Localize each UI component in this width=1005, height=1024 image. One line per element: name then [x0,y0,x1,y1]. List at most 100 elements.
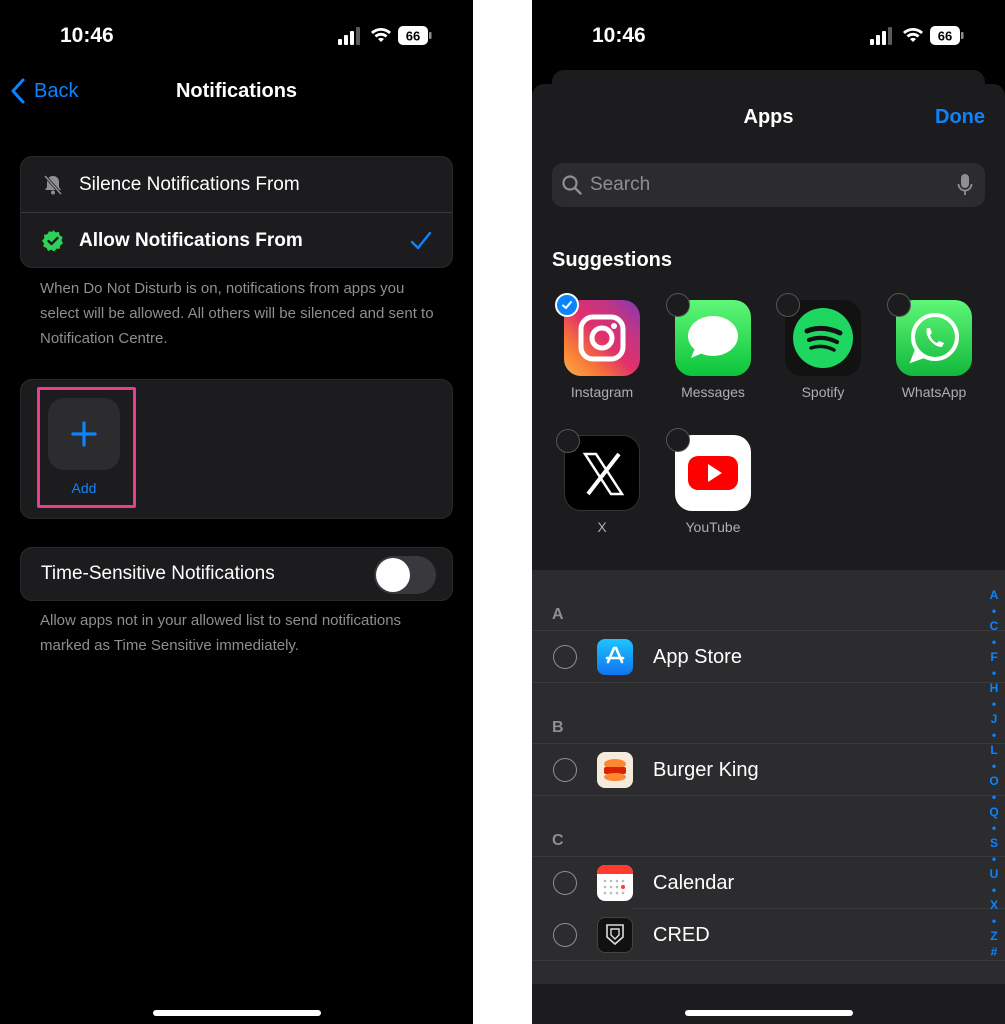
cellular-signal-icon [870,27,892,45]
search-field[interactable]: Search [552,163,985,207]
suggestion-whatsapp[interactable]: WhatsApp [884,293,984,400]
status-time: 10:46 [60,24,114,47]
section-index-bar[interactable]: A • C • F • H • J • L • O • Q • S • U • X • Z # [987,588,1001,960]
index-entry[interactable]: U [987,867,1001,883]
time-sensitive-row: Time-Sensitive Notifications [21,548,452,600]
index-entry[interactable]: Z [987,929,1001,945]
index-entry[interactable]: • [987,821,1001,837]
wifi-icon [903,28,923,42]
youtube-icon [666,428,751,511]
checkmark-badge-icon [41,229,65,253]
index-entry[interactable]: J [987,712,1001,728]
silence-label: Silence Notifications From [79,174,300,195]
status-bar: 10:46 66 [0,0,473,70]
index-entry[interactable]: H [987,681,1001,697]
cred-icon [597,917,633,953]
index-entry[interactable]: • [987,666,1001,682]
suggestion-x[interactable]: X [552,429,652,535]
selection-radio[interactable] [553,645,577,669]
selection-circle [776,293,800,317]
list-item-cred[interactable]: CRED [532,909,985,961]
time-sensitive-group: Time-Sensitive Notifications [20,547,453,601]
done-button[interactable]: Done [935,106,985,129]
battery-level: 66 [938,29,952,44]
list-item-burger-king[interactable]: Burger King [532,744,985,796]
calendar-icon [597,865,633,901]
battery-icon: 66 [930,26,964,45]
allow-description: When Do Not Disturb is on, notifications… [40,280,434,347]
index-entry[interactable]: • [987,759,1001,775]
status-bar: 10:46 66 [532,0,1005,70]
index-entry[interactable]: F [987,650,1001,666]
allow-label: Allow Notifications From [79,230,303,251]
allow-notifications-option[interactable]: Allow Notifications From [21,213,452,269]
home-indicator [684,1010,853,1016]
app-name: Calendar [653,871,735,894]
index-entry[interactable]: # [987,945,1001,961]
index-entry[interactable]: A [987,588,1001,604]
selection-radio[interactable] [553,923,577,947]
page-title: Notifications [175,80,298,102]
list-item-app-store[interactable]: App Store [532,631,985,683]
selection-circle [666,428,690,452]
search-placeholder: Search [590,174,651,195]
index-entry[interactable]: • [987,914,1001,930]
app-name: YouTube [685,519,741,535]
selection-radio[interactable] [553,758,577,782]
app-store-icon [597,639,633,675]
app-name: Spotify [801,384,845,400]
whatsapp-icon [887,293,972,376]
selected-checkmark-icon [555,293,579,317]
index-entry[interactable]: • [987,852,1001,868]
suggestion-spotify[interactable]: Spotify [773,293,873,400]
selection-circle [556,429,580,453]
divider [532,795,1005,796]
status-time: 10:46 [592,24,646,47]
app-name: CRED [653,923,710,946]
index-entry[interactable]: L [987,743,1001,759]
app-name: WhatsApp [901,384,967,400]
checkmark-icon [410,231,432,250]
index-entry[interactable]: Q [987,805,1001,821]
notification-mode-group: Silence Notifications From Allow Notific… [20,156,453,268]
instagram-icon [555,293,640,376]
search-icon [562,175,582,195]
app-name: Messages [681,384,745,400]
suggestion-instagram[interactable]: Instagram [552,293,652,400]
index-entry[interactable]: S [987,836,1001,852]
bell-slash-icon [41,173,65,197]
index-entry[interactable]: C [987,619,1001,635]
selection-circle [887,293,911,317]
phone-screen-app-picker: 10:46 66 Apps Done Search Suggestions In… [532,0,1005,1024]
index-entry[interactable]: • [987,697,1001,713]
index-entry[interactable]: • [987,728,1001,744]
section-header-b: B [552,719,564,736]
index-entry[interactable]: O [987,774,1001,790]
index-entry[interactable]: • [987,635,1001,651]
suggestion-messages[interactable]: Messages [663,293,763,400]
battery-icon: 66 [398,26,432,45]
silence-notifications-option[interactable]: Silence Notifications From [21,157,452,213]
index-entry[interactable]: • [987,883,1001,899]
index-entry[interactable]: • [987,604,1001,620]
section-header-c: C [552,832,564,849]
list-item-calendar[interactable]: Calendar [532,857,985,909]
x-logo-icon [556,429,640,511]
cellular-signal-icon [338,27,360,45]
phone-screen-focus-notifications: 10:46 66 Back Notifications Silence Noti… [0,0,473,1024]
messages-icon [666,293,751,376]
wifi-icon [371,28,391,42]
section-header-a: A [552,606,564,623]
selection-circle [666,293,690,317]
app-name: Instagram [570,384,634,400]
divider [532,960,1005,961]
time-sensitive-toggle[interactable] [374,556,436,594]
microphone-icon[interactable] [957,173,973,197]
suggestions-title: Suggestions [552,249,673,271]
selection-radio[interactable] [553,871,577,895]
home-indicator [152,1010,321,1016]
index-entry[interactable]: X [987,898,1001,914]
suggestion-youtube[interactable]: YouTube [663,428,763,535]
toggle-knob [376,558,410,592]
index-entry[interactable]: • [987,790,1001,806]
